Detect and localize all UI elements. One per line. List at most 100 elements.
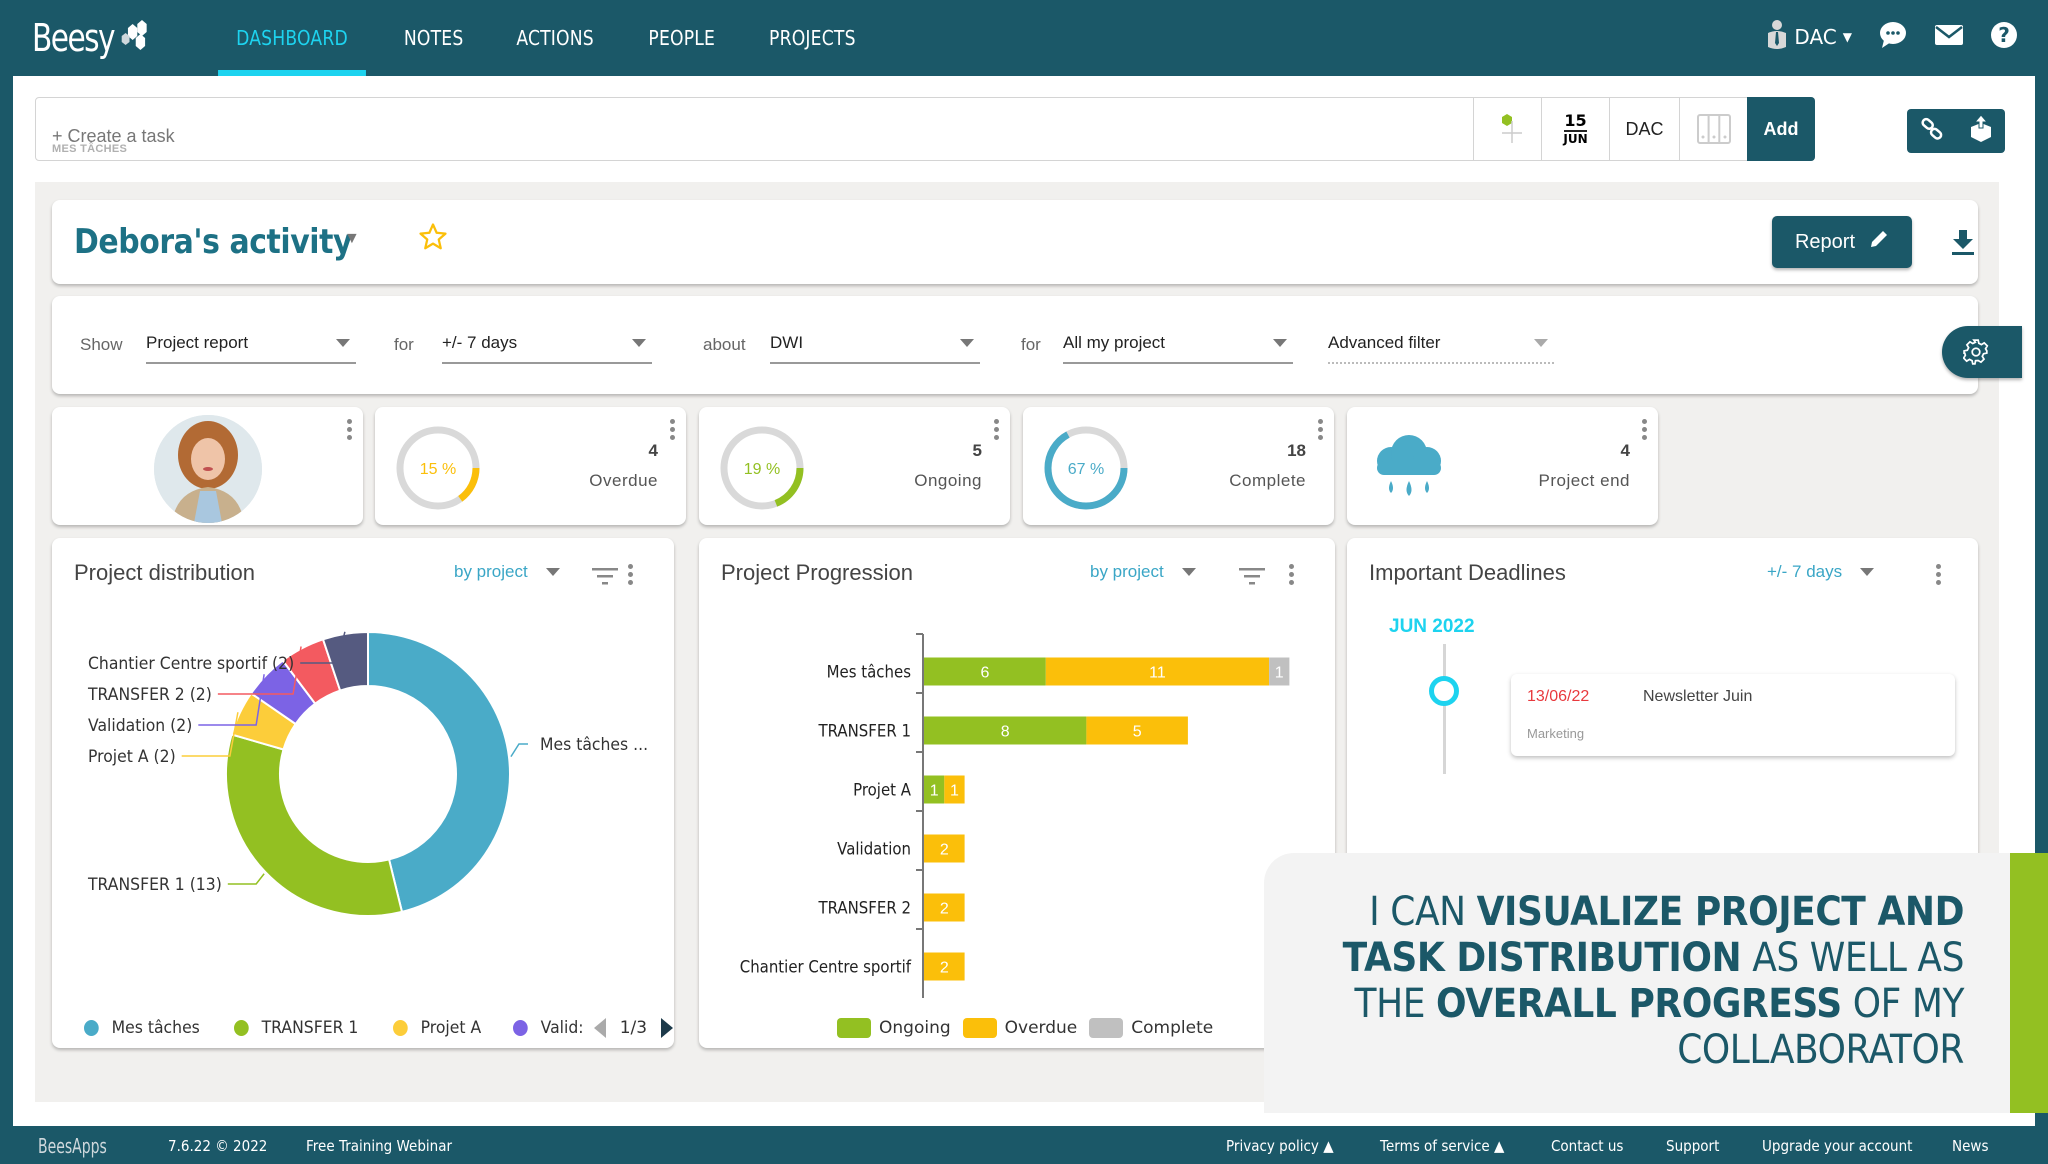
privacy-link[interactable]: Privacy policy ▲ bbox=[1226, 1137, 1334, 1155]
tab-people[interactable]: PEOPLE bbox=[630, 0, 733, 76]
overdue-count: 4 bbox=[648, 441, 658, 460]
legend-item[interactable]: TRANSFER 1 bbox=[233, 1018, 358, 1038]
complete-count: 18 bbox=[1287, 441, 1306, 460]
stat-card-overdue: 15 % 4 Overdue bbox=[375, 407, 686, 525]
bar-category-label: Mes tâches bbox=[827, 662, 911, 682]
donut-leader-line bbox=[227, 873, 265, 885]
more-options-icon[interactable] bbox=[994, 419, 1000, 440]
contact-link[interactable]: Contact us bbox=[1551, 1137, 1623, 1155]
top-nav: Beesy DASHBOARD NOTES ACTIONS PEOPLE PRO… bbox=[0, 0, 2048, 76]
export-icon[interactable] bbox=[1968, 113, 1994, 148]
more-options-icon[interactable] bbox=[347, 419, 353, 440]
bar-value-label: 2 bbox=[940, 901, 949, 918]
report-type-select[interactable]: Project report bbox=[146, 324, 356, 364]
bar-value-label: 6 bbox=[980, 665, 989, 682]
deadline-tag: Marketing bbox=[1527, 726, 1585, 741]
tab-dashboard[interactable]: DASHBOARD bbox=[218, 0, 366, 76]
timeline-node bbox=[1429, 676, 1459, 706]
deadline-name: Newsletter Juin bbox=[1643, 688, 1753, 705]
mail-icon[interactable] bbox=[1934, 23, 1964, 52]
ongoing-progress-ring: 19 % bbox=[720, 426, 804, 510]
task-list-label: MES TÂCHES bbox=[52, 143, 128, 155]
more-options-icon[interactable] bbox=[1318, 419, 1324, 440]
tab-projects[interactable]: PROJECTS bbox=[751, 0, 874, 76]
tab-notes[interactable]: NOTES bbox=[386, 0, 482, 76]
terms-link[interactable]: Terms of service ▲ bbox=[1380, 1137, 1504, 1155]
footer: BeesApps 7.6.22 © 2022 Free Training Web… bbox=[0, 1128, 2048, 1164]
user-menu[interactable]: DAC ▼ bbox=[1766, 19, 1852, 56]
add-project-button[interactable] bbox=[1473, 98, 1541, 160]
support-link[interactable]: Support bbox=[1666, 1137, 1719, 1155]
more-options-icon[interactable] bbox=[628, 564, 634, 585]
due-month: JUN bbox=[1563, 132, 1588, 146]
beesapps-logo[interactable]: BeesApps bbox=[38, 1134, 107, 1158]
add-task-button[interactable]: Add bbox=[1747, 97, 1815, 161]
tab-actions[interactable]: ACTIONS bbox=[499, 0, 613, 76]
about-select[interactable]: DWI bbox=[770, 324, 980, 364]
upgrade-link[interactable]: Upgrade your account bbox=[1762, 1137, 1912, 1155]
brand-name: Beesy bbox=[32, 16, 116, 60]
filter-icon[interactable] bbox=[1239, 566, 1265, 586]
legend-swatch bbox=[393, 1020, 408, 1036]
bar-value-label: 8 bbox=[1001, 724, 1010, 741]
favorite-star-icon[interactable] bbox=[418, 222, 448, 257]
hexagon-logo-icon bbox=[120, 20, 151, 56]
accent-bar bbox=[2010, 853, 2048, 1113]
bar-category-label: TRANSFER 2 bbox=[818, 898, 911, 918]
panel-title: Important Deadlines bbox=[1369, 560, 1566, 585]
complete-progress-ring: 67 % bbox=[1044, 426, 1128, 510]
scope-select[interactable]: All my project bbox=[1063, 324, 1293, 364]
deadline-range-select[interactable]: +/- 7 days bbox=[1767, 562, 1875, 582]
chat-icon[interactable] bbox=[1878, 21, 1908, 54]
more-options-icon[interactable] bbox=[1936, 564, 1942, 585]
bar-category-label: Projet A bbox=[853, 780, 911, 800]
create-task-input[interactable] bbox=[36, 98, 1473, 160]
share-toolbar bbox=[1907, 109, 2005, 153]
more-options-icon[interactable] bbox=[1289, 564, 1295, 585]
download-icon[interactable] bbox=[1950, 228, 1976, 261]
kanban-column-button[interactable] bbox=[1679, 98, 1747, 160]
page-title: Debora's activity bbox=[74, 222, 353, 262]
settings-button[interactable] bbox=[1942, 326, 2022, 378]
ongoing-count: 5 bbox=[972, 441, 982, 460]
chevron-down-icon bbox=[632, 339, 646, 347]
report-button[interactable]: Report bbox=[1772, 216, 1912, 268]
bar-value-label: 1 bbox=[950, 783, 959, 800]
advanced-filter-label: Advanced filter bbox=[1328, 333, 1441, 352]
assignee-button[interactable]: DAC bbox=[1609, 98, 1679, 160]
news-link[interactable]: News bbox=[1952, 1137, 1988, 1155]
more-options-icon[interactable] bbox=[1642, 419, 1648, 440]
legend-item[interactable]: Overdue bbox=[962, 1018, 1078, 1038]
period-select[interactable]: +/- 7 days bbox=[442, 324, 652, 364]
for-label-2: for bbox=[1021, 335, 1041, 354]
columns-icon bbox=[1696, 114, 1731, 144]
legend-item[interactable]: Mes tâches bbox=[84, 1018, 200, 1038]
legend-label: Valid: bbox=[540, 1018, 584, 1038]
legend-prev-icon[interactable] bbox=[593, 1018, 606, 1038]
distribution-groupby-select[interactable]: by project bbox=[454, 562, 560, 582]
legend-item[interactable]: Valid: bbox=[512, 1018, 584, 1038]
activity-header: Debora's activity ▼ Report bbox=[52, 200, 1978, 284]
donut-slice[interactable] bbox=[225, 733, 404, 917]
caption-segment: I CAN bbox=[1369, 889, 1477, 935]
due-date-button[interactable]: 15 JUN bbox=[1541, 98, 1609, 160]
overdue-percent: 15 % bbox=[420, 461, 456, 478]
link-icon[interactable] bbox=[1919, 116, 1945, 147]
more-options-icon[interactable] bbox=[670, 419, 676, 440]
progression-groupby-select[interactable]: by project bbox=[1090, 562, 1196, 582]
beesy-logo[interactable]: Beesy bbox=[32, 14, 151, 62]
bar-value-label: 11 bbox=[1149, 665, 1166, 682]
deadline-item[interactable]: 13/06/22 Newsletter Juin Marketing bbox=[1511, 674, 1955, 756]
webinar-link[interactable]: Free Training Webinar bbox=[306, 1137, 452, 1155]
legend-label: Overdue bbox=[1004, 1018, 1078, 1038]
help-icon[interactable]: ? bbox=[1990, 21, 2018, 54]
due-day: 15 bbox=[1564, 111, 1587, 132]
period-value: +/- 7 days bbox=[442, 333, 518, 352]
title-dropdown-icon[interactable]: ▼ bbox=[344, 230, 360, 248]
legend-item[interactable]: Ongoing bbox=[837, 1018, 951, 1038]
legend-next-icon[interactable] bbox=[661, 1018, 674, 1038]
filter-icon[interactable] bbox=[592, 566, 618, 586]
legend-item[interactable]: Projet A bbox=[393, 1018, 481, 1038]
legend-item[interactable]: Complete bbox=[1089, 1018, 1213, 1038]
advanced-filter-select[interactable]: Advanced filter bbox=[1328, 324, 1554, 364]
